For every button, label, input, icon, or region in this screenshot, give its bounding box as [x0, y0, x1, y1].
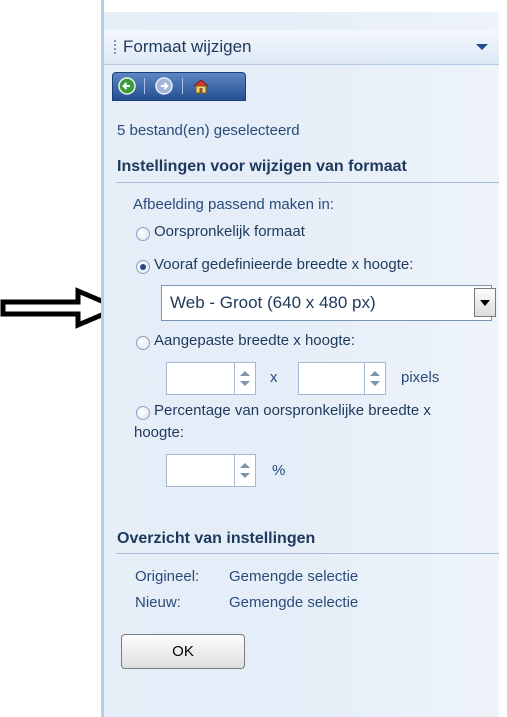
radio-predefined-size[interactable] — [136, 260, 150, 274]
custom-height-stepper[interactable] — [364, 363, 385, 394]
fit-label: Afbeelding passend maken in: — [133, 196, 334, 213]
option-percentage-label-cont[interactable]: hoogte: — [134, 424, 184, 441]
custom-width-stepper[interactable] — [234, 363, 255, 394]
custom-unit-label: pixels — [401, 369, 440, 386]
preset-dropdown-button[interactable] — [474, 288, 496, 317]
settings-divider — [116, 182, 499, 183]
percent-unit-label: % — [272, 462, 286, 479]
settings-heading: Instellingen voor wijzigen van formaat — [117, 158, 407, 175]
forward-button[interactable] — [153, 76, 175, 96]
radio-original-size[interactable] — [136, 227, 150, 241]
overview-heading: Overzicht van instellingen — [117, 530, 316, 547]
forward-arrow-icon — [155, 77, 173, 95]
pane-menu-dropdown-icon[interactable] — [476, 44, 488, 50]
home-button[interactable] — [190, 76, 212, 96]
home-icon — [193, 79, 209, 94]
original-label: Origineel: — [135, 568, 200, 585]
spin-up-icon — [240, 463, 250, 468]
nav-separator — [144, 78, 145, 94]
spin-up-icon — [370, 371, 380, 376]
ok-button[interactable]: OK — [121, 634, 245, 669]
grip-icon[interactable] — [114, 40, 116, 56]
pane-title: Formaat wijzigen — [123, 37, 252, 56]
nav-separator — [182, 78, 183, 94]
preset-size-value: Web - Groot (640 x 480 px) — [170, 293, 376, 312]
back-arrow-icon — [118, 77, 136, 95]
spin-down-icon — [240, 473, 250, 478]
spin-up-icon — [240, 371, 250, 376]
overview-divider — [116, 553, 499, 554]
back-button[interactable] — [116, 76, 138, 96]
radio-custom-size[interactable] — [136, 336, 150, 350]
new-value: Gemengde selectie — [229, 594, 359, 611]
chevron-down-icon — [480, 299, 490, 306]
percentage-stepper[interactable] — [234, 455, 255, 486]
option-percentage-label[interactable]: Percentage van oorspronkelijke breedte x — [154, 402, 431, 419]
spin-down-icon — [370, 381, 380, 386]
option-custom-label[interactable]: Aangepaste breedte x hoogte: — [154, 332, 355, 349]
spin-down-icon — [240, 381, 250, 386]
selection-info: 5 bestand(en) geselecteerd — [117, 122, 300, 139]
original-value: Gemengde selectie — [229, 568, 359, 585]
option-predefined-label[interactable]: Vooraf gedefinieerde breedte x hoogte: — [154, 256, 413, 273]
option-original-label[interactable]: Oorspronkelijk formaat — [154, 223, 305, 240]
custom-times-label: x — [270, 369, 278, 386]
new-label: Nieuw: — [135, 594, 181, 611]
radio-percentage[interactable] — [136, 406, 150, 420]
